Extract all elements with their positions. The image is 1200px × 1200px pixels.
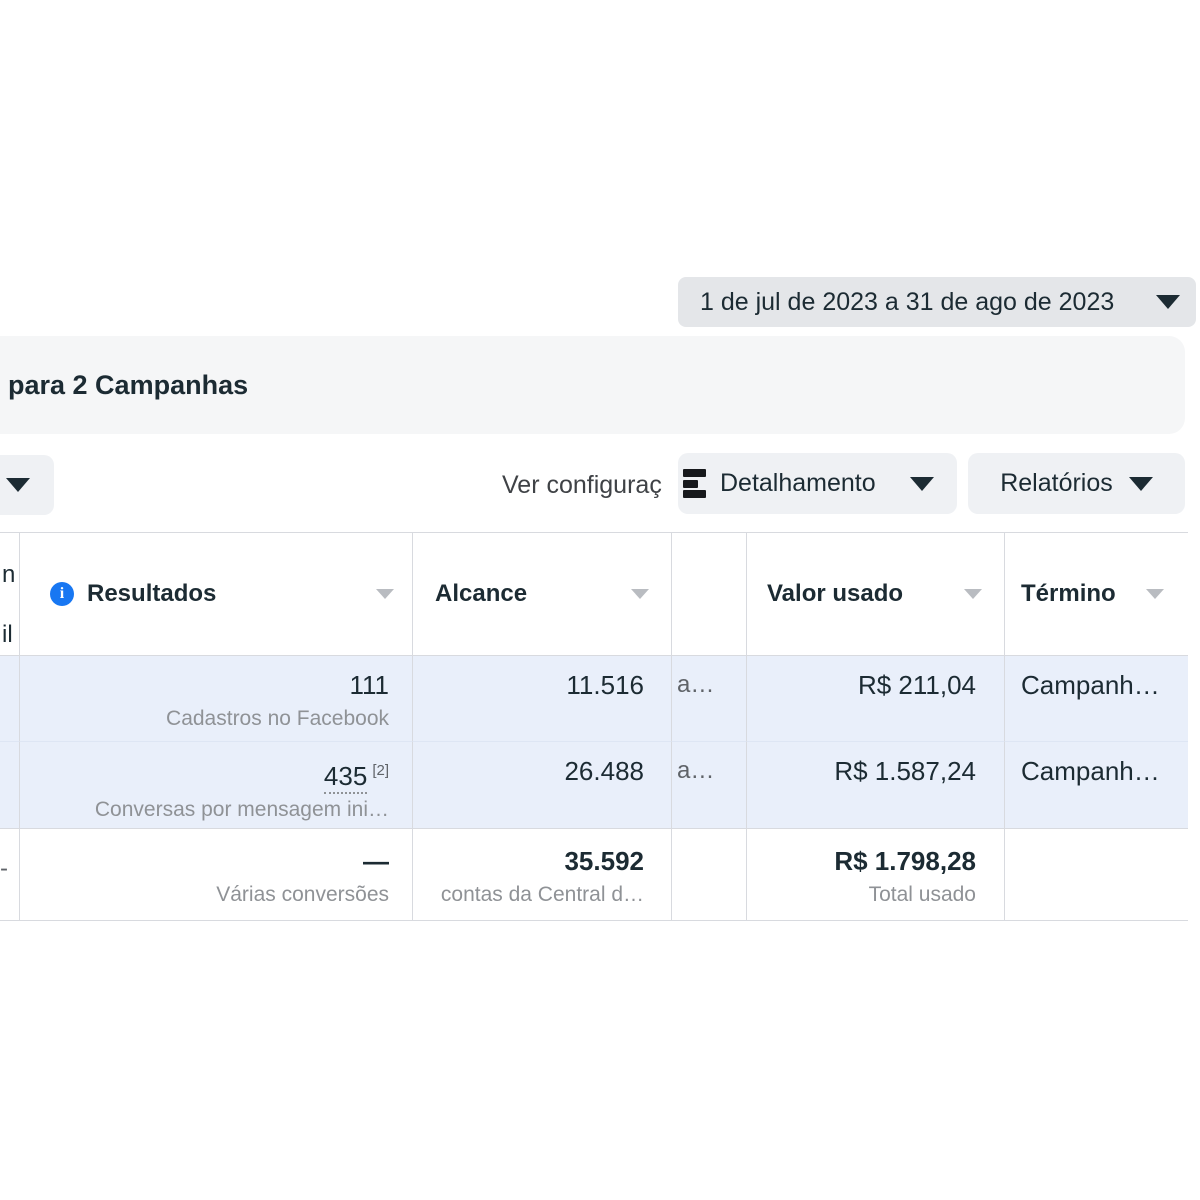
clipped-summary-text: - xyxy=(0,855,8,882)
breakdown-button-label: Detalhamento xyxy=(720,469,876,497)
summary-resultados-cell: — Várias conversões xyxy=(20,829,413,921)
reports-button[interactable]: Relatórios xyxy=(968,453,1185,514)
result-type-label: Cadastros no Facebook xyxy=(166,707,389,730)
sort-caret-icon xyxy=(631,589,649,599)
end-date-value: Campanh… xyxy=(1021,756,1160,786)
chevron-down-icon xyxy=(1128,476,1153,491)
column-header-label: Término xyxy=(1021,580,1116,607)
summary-reach-value: 35.592 xyxy=(564,846,644,876)
footnote-reference: [2] xyxy=(372,762,389,779)
table-row-clipped-cell xyxy=(0,742,20,829)
breakdown-button[interactable]: Detalhamento xyxy=(678,453,957,514)
column-header-alcance[interactable]: Alcance xyxy=(413,533,672,656)
reach-value: 26.488 xyxy=(564,756,644,786)
summary-termino-cell xyxy=(1005,829,1188,921)
valor-usado-cell: R$ 1.587,24 xyxy=(747,742,1005,829)
column-header-label: Resultados xyxy=(87,580,217,607)
sort-caret-icon xyxy=(376,589,394,599)
results-title-band: para 2 Campanhas xyxy=(0,336,1185,434)
amount-spent-value: R$ 211,04 xyxy=(857,670,976,700)
date-range-button[interactable]: 1 de jul de 2023 a 31 de ago de 2023 xyxy=(678,277,1196,327)
chevron-down-icon xyxy=(1156,295,1180,309)
column-header-valor-usado[interactable]: Valor usado xyxy=(747,533,1005,656)
summary-result-value: — xyxy=(363,846,389,876)
summary-spent-label: Total usado xyxy=(868,883,976,906)
chevron-down-icon xyxy=(910,476,934,491)
amount-spent-value: R$ 1.587,24 xyxy=(834,756,976,786)
campaign-results-table: n il i Resultados Alcance Valor usado Té… xyxy=(0,532,1188,921)
clipped-header-text: n xyxy=(2,561,16,588)
column-header-resultados[interactable]: i Resultados xyxy=(20,533,413,656)
termino-cell: Campanh… xyxy=(1005,656,1188,742)
result-value-link[interactable]: 435 xyxy=(323,760,368,794)
reports-button-label: Relatórios xyxy=(1000,469,1113,497)
view-settings-link[interactable]: Ver configuraç xyxy=(502,455,662,515)
result-type-label: Conversas por mensagem ini… xyxy=(94,797,389,821)
clipped-filter-button[interactable] xyxy=(0,455,54,515)
attribution-cell: a… xyxy=(672,656,747,742)
sort-caret-icon xyxy=(964,589,982,599)
sort-caret-icon xyxy=(1146,589,1164,599)
summary-spent-value: R$ 1.798,28 xyxy=(834,846,976,876)
valor-usado-cell: R$ 211,04 xyxy=(747,656,1005,742)
summary-attribution-cell xyxy=(672,829,747,921)
alcance-cell: 11.516 xyxy=(413,656,672,742)
summary-alcance-cell: 35.592 contas da Central d… xyxy=(413,829,672,921)
column-header-termino[interactable]: Término xyxy=(1005,533,1188,656)
summary-valor-usado-cell: R$ 1.798,28 Total usado xyxy=(747,829,1005,921)
reach-value: 11.516 xyxy=(566,670,644,700)
attribution-cell: a… xyxy=(672,742,747,829)
column-header-clipped-attribution xyxy=(672,533,747,656)
result-value: 111 xyxy=(349,670,389,700)
attribution-value: a… xyxy=(677,671,715,698)
attribution-value: a… xyxy=(677,757,715,784)
table-row-clipped-cell xyxy=(0,656,20,742)
page-title: para 2 Campanhas xyxy=(8,369,249,400)
info-icon[interactable]: i xyxy=(50,582,74,606)
resultados-cell: 111 Cadastros no Facebook xyxy=(20,656,413,742)
column-header-label: Valor usado xyxy=(767,580,904,607)
column-header-label: Alcance xyxy=(435,580,528,607)
date-range-label: 1 de jul de 2023 a 31 de ago de 2023 xyxy=(700,287,1115,316)
summary-result-label: Várias conversões xyxy=(216,883,389,906)
end-date-value: Campanh… xyxy=(1021,670,1160,700)
alcance-cell: 26.488 xyxy=(413,742,672,829)
clipped-column-header: n il xyxy=(0,533,20,656)
summary-reach-label: contas da Central d… xyxy=(440,883,644,906)
clipped-header-text: il xyxy=(2,621,13,648)
chevron-down-icon xyxy=(6,478,30,492)
termino-cell: Campanh… xyxy=(1005,742,1188,829)
ads-manager-page: 1 de jul de 2023 a 31 de ago de 2023 par… xyxy=(0,0,1200,1200)
breakdown-icon xyxy=(683,469,706,498)
summary-clipped-cell: - xyxy=(0,829,20,921)
resultados-cell: 435 [2] Conversas por mensagem ini… xyxy=(20,742,413,829)
